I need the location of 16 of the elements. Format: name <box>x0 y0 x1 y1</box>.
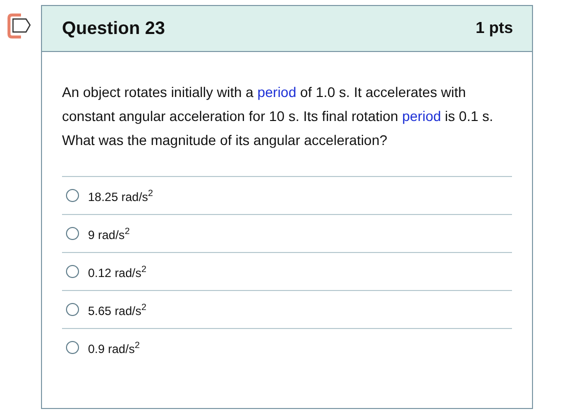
glossary-link[interactable]: period <box>402 108 442 124</box>
radio-button[interactable] <box>66 227 79 240</box>
question-text: What was the magnitude of its angular acceleration? <box>62 131 388 150</box>
radio-button[interactable] <box>66 303 79 316</box>
question-text: An object rotates initially with a period of 1.0 s. It accelerates with constant angular acceleration for 10 s. Its final rotation period is 0.1 s. <box>62 83 494 126</box>
radio-button[interactable] <box>66 265 79 278</box>
answer-label[interactable]: 0.12 rad/s$^{2}$ <box>88 264 146 280</box>
question-points: 1 pts <box>476 20 513 38</box>
glossary-link[interactable]: period <box>257 84 296 100</box>
radio-button[interactable] <box>66 341 79 354</box>
answer-label[interactable]: 9 rad/s$^{2}$ <box>88 226 130 242</box>
answer-label[interactable]: 5.65 rad/s$^{2}$ <box>88 302 146 318</box>
question-title: Question 23 <box>62 18 166 39</box>
answer-label[interactable]: 0.9 rad/s$^{2}$ <box>88 340 140 356</box>
radio-button[interactable] <box>66 189 79 202</box>
answer-label[interactable]: 18.25 rad/s$^{2}$ <box>88 188 154 204</box>
